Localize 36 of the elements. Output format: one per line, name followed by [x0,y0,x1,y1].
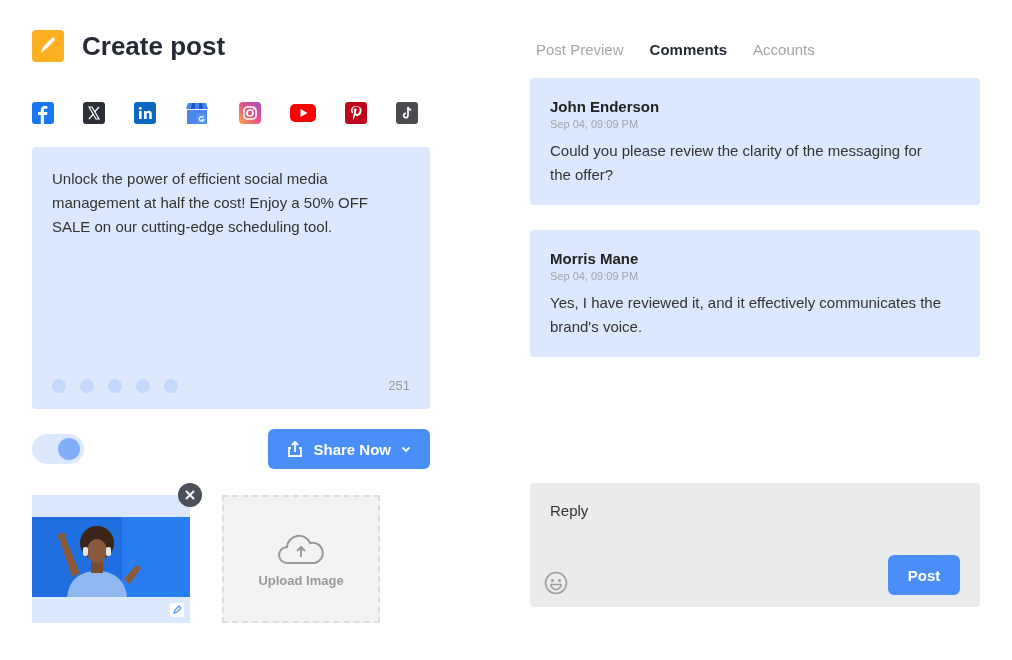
tab[interactable]: Comments [649,40,728,58]
social-icon[interactable] [344,102,367,124]
dot-icon[interactable] [108,378,122,393]
post-editor[interactable]: Unlock the power of efficient social media management at half the cost! Enjoy a 50% OFF SALE on our cutting-edge scheduling tool. 251 [32,147,430,409]
character-count: 251 [388,378,410,393]
reply-box[interactable]: Reply Post [530,483,980,607]
comment-time: Sep 04, 09:09 PM [550,118,640,130]
toggle-switch[interactable] [32,434,84,464]
page-title: Create post [82,30,226,62]
tab[interactable]: Post Preview [536,40,624,58]
pencil-icon [32,30,64,62]
play-icon[interactable] [289,104,316,122]
upload-area[interactable]: Upload Image [222,495,380,623]
social-icon[interactable] [83,102,106,124]
image-thumbnail[interactable] [32,495,190,623]
upload-label: Upload Image [258,572,344,588]
dot-icon[interactable] [80,378,94,393]
dot-icon[interactable] [52,378,66,393]
camera-icon[interactable] [238,102,261,124]
pencil-icon[interactable] [170,603,184,617]
comment-author: Morris Mane [550,250,640,267]
comment-text: Could you please review the clarity of the messaging for the offer? [550,141,923,185]
comment-author: John Enderson [550,98,661,115]
social-icon[interactable] [396,102,418,124]
close-icon[interactable] [178,483,202,507]
post-text: Unlock the power of efficient social media management at half the cost! Enjoy a 50% OFF SALE on our cutting-edge scheduling tool. [52,169,369,237]
share-button[interactable]: Share Now [268,429,430,469]
dot-icon[interactable] [164,378,178,393]
smiley-icon[interactable] [544,571,568,595]
comment-time: Sep 04, 09:09 PM [550,270,640,282]
store-icon[interactable] [185,102,210,124]
comment-text: Yes, I have reviewed it, and it effectively communicates the brand's voice. [550,293,943,337]
share-icon [286,440,305,458]
dot-icon[interactable] [136,378,150,393]
tab[interactable]: Accounts [753,40,815,58]
post-button[interactable]: Post [888,555,960,595]
